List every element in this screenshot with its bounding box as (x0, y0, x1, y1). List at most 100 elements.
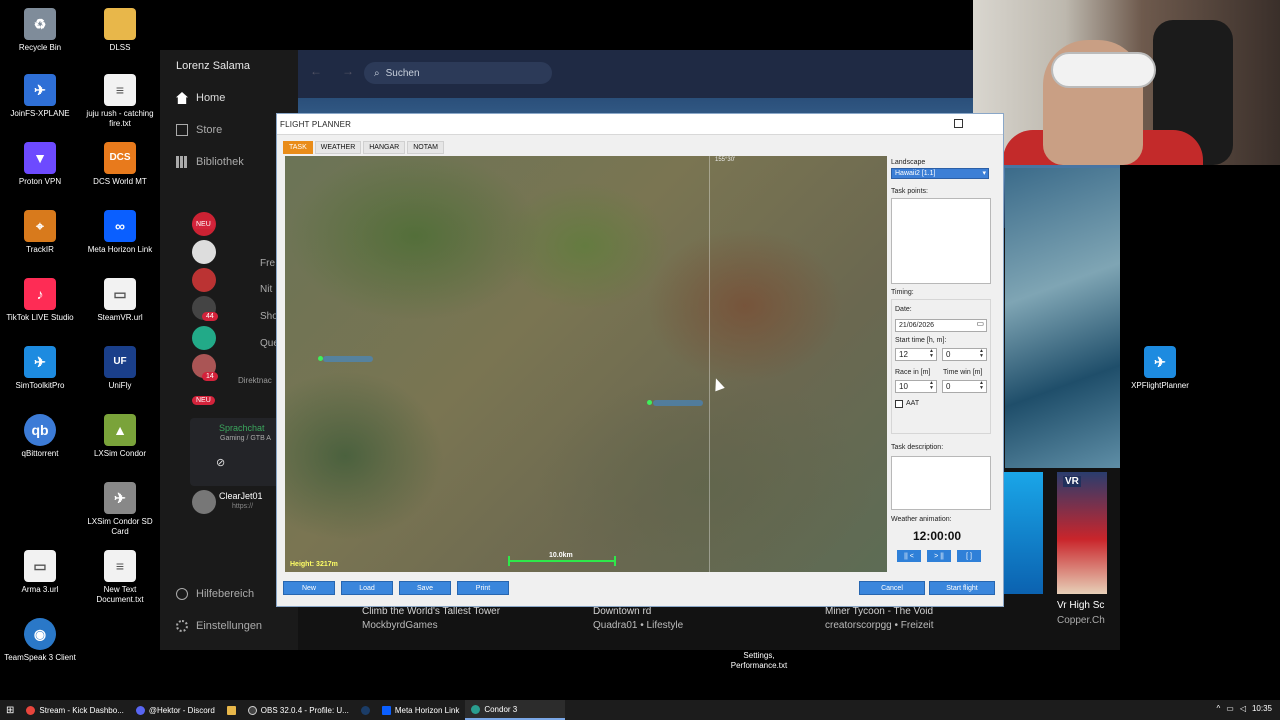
spinner-arrows-icon[interactable]: ▲ ▼ (929, 349, 934, 359)
nav-home[interactable]: Home (176, 92, 225, 104)
landscape-select[interactable]: Hawaii2 [1.1] (891, 168, 989, 179)
nav-label: Hilfebereich (196, 588, 255, 600)
spinner-arrows-icon[interactable]: ▲ ▼ (979, 349, 984, 359)
desktop-icon-qbittorrent[interactable]: qb qBittorrent (0, 414, 80, 459)
desktop-icon-xpflightplanner[interactable]: ✈ XPFlightPlanner (1120, 346, 1200, 391)
desktop-icon-tiktok[interactable]: ♪ TikTok LIVE Studio (0, 278, 80, 323)
flight-planner-dialog: FLIGHT PLANNER TASK WEATHER HANGAR NOTAM… (276, 113, 1004, 607)
nav-store[interactable]: Store (176, 124, 222, 136)
game-card-vr[interactable]: VR (1057, 472, 1107, 594)
print-button[interactable]: Print (457, 581, 509, 595)
aat-checkbox[interactable] (895, 400, 903, 408)
tray-clock[interactable]: 10:35 (1252, 704, 1272, 713)
desktop-icon-teamspeak[interactable]: ◉ TeamSpeak 3 Client (0, 618, 80, 663)
spinner-arrows-icon[interactable]: ▲ ▼ (929, 381, 934, 391)
load-button[interactable]: Load (341, 581, 393, 595)
taskbar-item-condor[interactable]: Condor 3 (465, 700, 566, 720)
desktop-icon-steamvr[interactable]: ▭ SteamVR.url (80, 278, 160, 323)
taskbar-item-steam[interactable] (355, 700, 376, 720)
desktop-icon-juju-txt[interactable]: ≡ juju rush - catching fire.txt (80, 74, 160, 129)
anim-stop-button[interactable]: [ ] (957, 550, 981, 562)
tab-weather[interactable]: WEATHER (314, 141, 362, 154)
contact-name[interactable]: ClearJet01 (219, 491, 263, 501)
game-tile-3[interactable]: Miner Tycoon - The Void creatorscorpgg • … (825, 605, 934, 633)
taskbar-item-meta[interactable]: Meta Horizon Link (376, 700, 465, 720)
desktop-icon-label: Proton VPN (18, 177, 62, 186)
taskbar-item-discord[interactable]: @Hektor - Discord (130, 700, 221, 720)
taskbar-item-explorer[interactable] (221, 700, 242, 720)
url-file-icon: ▭ (104, 278, 136, 310)
avatar[interactable] (192, 490, 216, 514)
search-input[interactable]: ⌕ Suchen (364, 62, 552, 84)
desktop-icon-arma3[interactable]: ▭ Arma 3.url (0, 550, 80, 595)
desktop-icon-lxsim-condor[interactable]: ▲ LXSim Condor (80, 414, 160, 459)
text-file-icon: ≡ (104, 74, 136, 106)
dialog-tabs: TASK WEATHER HANGAR NOTAM (283, 141, 444, 154)
count-badge: 44 (202, 312, 218, 321)
scale-bar (508, 556, 616, 566)
nav-settings[interactable]: Einstellungen (176, 620, 262, 632)
desktop-icon-recycle-bin[interactable]: ♻ Recycle Bin (0, 8, 80, 53)
desktop-icon-unifly[interactable]: UF UniFly (80, 346, 160, 391)
friends-item[interactable]: Nit (260, 284, 272, 295)
desktop-icon-label: SteamVR.url (97, 313, 143, 322)
task-point[interactable] (647, 400, 652, 405)
time-win-stepper[interactable]: 0 ▲ ▼ (942, 380, 987, 393)
voice-channel-label[interactable]: Sprachchat (219, 423, 265, 433)
taskbar-item-chrome[interactable]: Stream - Kick Dashbo... (20, 700, 129, 720)
race-in-stepper[interactable]: 10 ▲ ▼ (895, 380, 937, 393)
friends-overlay: NEU 44 14 NEU Fre Nit Sho Que Direktnac … (180, 160, 280, 520)
friends-item[interactable]: Fre (260, 258, 275, 269)
start-button[interactable]: ⊞ (0, 700, 20, 720)
user-name[interactable]: Lorenz Salama (176, 60, 250, 72)
timing-group: Date: 21/06/2026 ▭ Start time [h, m]: 12 ▲… (891, 299, 991, 434)
camera-off-icon[interactable]: ⊘ (216, 456, 225, 469)
desktop-icon-protonvpn[interactable]: ▼ Proton VPN (0, 142, 80, 187)
tab-notam[interactable]: NOTAM (407, 141, 444, 154)
maximize-icon[interactable] (954, 119, 963, 128)
avatar[interactable] (192, 268, 216, 292)
desktop-icon-dlss[interactable]: DLSS (80, 8, 160, 53)
task-map[interactable]: 155°30' Height: 3217m 10.0km (285, 156, 887, 572)
tab-task[interactable]: TASK (283, 141, 313, 154)
back-arrow-icon[interactable]: ← (310, 64, 322, 78)
start-min-stepper[interactable]: 0 ▲ ▼ (942, 348, 987, 361)
avatar[interactable] (192, 326, 216, 350)
chevron-up-icon[interactable]: ^ (1216, 704, 1220, 713)
start-hour-stepper[interactable]: 12 ▲ ▼ (895, 348, 937, 361)
cancel-button[interactable]: Cancel (859, 581, 925, 595)
featured-image[interactable] (1005, 168, 1120, 468)
anim-rewind-button[interactable]: || < (897, 550, 921, 562)
anim-play-pause-button[interactable]: > || (927, 550, 951, 562)
spinner-arrows-icon[interactable]: ▲ ▼ (979, 381, 984, 391)
game-card-blue[interactable] (1003, 472, 1043, 594)
task-points-list[interactable] (891, 198, 991, 284)
game-tile-1[interactable]: Climb the World's Tallest Tower MockbyrdG… (362, 605, 500, 633)
nav-help[interactable]: Hilfebereich (176, 588, 254, 600)
new-button[interactable]: New (283, 581, 335, 595)
desktop-icon-dcs[interactable]: DCS DCS World MT (80, 142, 160, 187)
avatar[interactable] (192, 240, 216, 264)
save-button[interactable]: Save (399, 581, 451, 595)
calendar-icon[interactable]: ▭ (976, 320, 984, 328)
desktop-icon-settings-file[interactable]: Settings, Performance.txt (726, 651, 792, 671)
start-flight-button[interactable]: Start flight (929, 581, 995, 595)
desktop-icon-simtoolkit[interactable]: ✈ SimToolkitPro (0, 346, 80, 391)
desktop-icon-label: JoinFS-XPLANE (10, 109, 70, 118)
taskbar-item-obs[interactable]: OBS 32.0.4 - Profile: U... (242, 700, 355, 720)
desktop-icon-lxsim-sd[interactable]: ✈ LXSim Condor SD Card (80, 482, 160, 537)
game-tile-2[interactable]: Downtown rd Quadra01 • Lifestyle (593, 605, 683, 633)
volume-icon[interactable]: ◁ (1240, 704, 1246, 713)
desktop-icon-meta-link[interactable]: ∞ Meta Horizon Link (80, 210, 160, 255)
network-icon[interactable]: ▭ (1226, 704, 1234, 713)
desktop-icon-joinfs[interactable]: ✈ JoinFS-XPLANE (0, 74, 80, 119)
desktop-icon-new-text[interactable]: ≡ New Text Document.txt (80, 550, 160, 605)
task-description-input[interactable] (891, 456, 991, 510)
tab-hangar[interactable]: HANGAR (363, 141, 406, 154)
desktop-icon-trackir[interactable]: ⌖ TrackIR (0, 210, 80, 255)
date-field[interactable]: 21/06/2026 ▭ (895, 319, 987, 332)
count-badge: 14 (202, 372, 218, 381)
forward-arrow-icon[interactable]: → (342, 64, 354, 78)
game-title: Climb the World's Tallest Tower (362, 606, 501, 617)
vr-game-title[interactable]: Vr High Sc (1057, 600, 1104, 611)
